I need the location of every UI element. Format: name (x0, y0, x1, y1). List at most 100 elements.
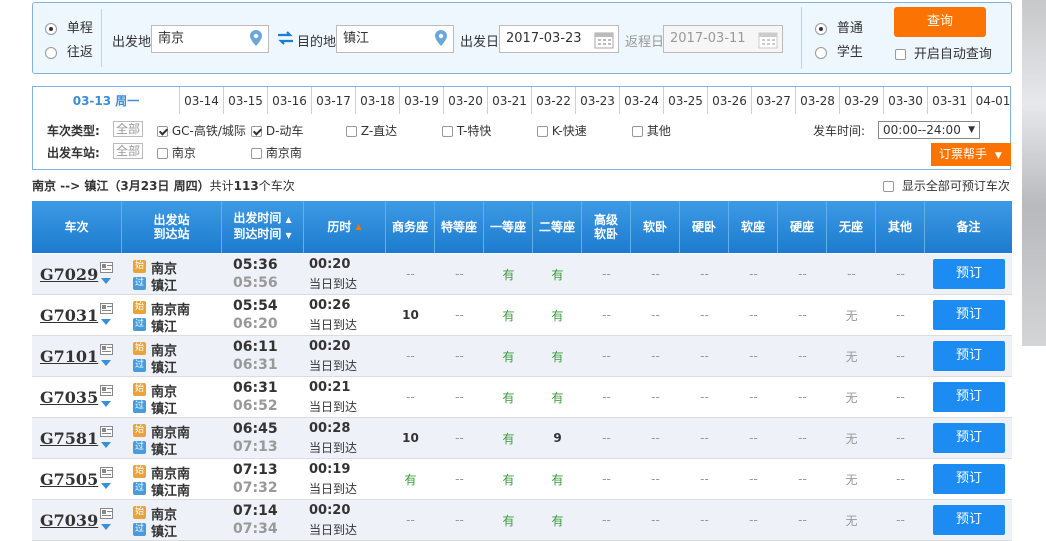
date-tab[interactable]: 03-20 (443, 87, 487, 115)
train-info-icon[interactable] (100, 508, 113, 519)
return-date-input[interactable]: 2017-03-11 (663, 25, 783, 53)
normal-radio[interactable] (815, 22, 827, 35)
oneway-radio[interactable] (45, 22, 57, 35)
ticket-type-student[interactable]: 学生 (815, 41, 863, 60)
date-tab[interactable]: 03-16 (267, 87, 311, 115)
show-all-bookable[interactable]: 显示全部可预订车次 (883, 177, 1010, 194)
col-first: 一等座 (484, 201, 533, 253)
book-button[interactable]: 预订 (933, 382, 1005, 412)
date-tab[interactable]: 03-26 (707, 87, 751, 115)
date-tab[interactable]: 03-28 (795, 87, 839, 115)
expand-arrow-icon[interactable] (101, 524, 111, 530)
train-info-icon[interactable] (100, 344, 113, 355)
trip-type-oneway[interactable]: 单程 (45, 17, 93, 36)
depart-date-value: 2017-03-23 (506, 31, 582, 46)
filter-z[interactable]: Z-直达 (346, 122, 397, 139)
col-hard-seat: 硬座 (778, 201, 827, 253)
other-checkbox[interactable] (632, 126, 643, 137)
train-number-link[interactable]: G7039 (40, 511, 98, 530)
filter-station-nanjing[interactable]: 南京 (157, 144, 196, 161)
train-info-icon[interactable] (100, 467, 113, 478)
train-number-link[interactable]: G7101 (40, 347, 98, 366)
query-button[interactable]: 查询 (894, 7, 986, 37)
date-tab[interactable]: 03-14 (179, 87, 223, 115)
calendar-icon[interactable] (758, 30, 778, 49)
roundtrip-radio[interactable] (45, 46, 57, 59)
filter-other[interactable]: 其他 (632, 122, 671, 139)
book-button[interactable]: 预订 (933, 341, 1005, 371)
filter-station-nanjingnan[interactable]: 南京南 (251, 144, 302, 161)
calendar-icon[interactable] (594, 30, 614, 49)
train-info-icon[interactable] (100, 303, 113, 314)
filter-k[interactable]: K-快速 (537, 122, 587, 139)
station-all-button[interactable]: 全部 (113, 143, 144, 159)
nanjing-checkbox[interactable] (157, 148, 168, 159)
student-radio[interactable] (815, 46, 827, 59)
date-tab[interactable]: 03-13 周一 (33, 87, 179, 115)
col-station: 出发站 到达站 (122, 201, 222, 253)
t-checkbox[interactable] (442, 126, 453, 137)
booking-helper-button[interactable]: 订票帮手 ▼ (931, 143, 1011, 166)
train-number-link[interactable]: G7031 (40, 306, 98, 325)
book-button[interactable]: 预订 (933, 464, 1005, 494)
swap-icon[interactable] (277, 31, 294, 45)
pass-badge-icon: 过 (133, 441, 146, 454)
k-checkbox[interactable] (537, 126, 548, 137)
train-info-icon[interactable] (100, 385, 113, 396)
date-tab[interactable]: 03-29 (839, 87, 883, 115)
date-tab[interactable]: 03-19 (399, 87, 443, 115)
filter-d[interactable]: D-动车 (251, 122, 303, 139)
date-tab[interactable]: 03-15 (223, 87, 267, 115)
date-tab[interactable]: 03-25 (663, 87, 707, 115)
expand-arrow-icon[interactable] (101, 360, 111, 366)
date-tab[interactable]: 03-31 (927, 87, 971, 115)
from-input[interactable]: 南京 (151, 25, 269, 53)
filter-t[interactable]: T-特快 (442, 122, 491, 139)
show-all-checkbox[interactable] (883, 181, 894, 192)
d-checkbox[interactable] (251, 126, 262, 137)
table-row: G7035 始南京过镇江 06:31 06:52 00:21 当日到达 -- -- 有有 -- --… (32, 377, 1012, 418)
date-tab[interactable]: 03-22 (531, 87, 575, 115)
date-tab[interactable]: 03-30 (883, 87, 927, 115)
book-button[interactable]: 预订 (933, 300, 1005, 330)
nanjing-label: 南京 (171, 146, 196, 160)
to-input[interactable]: 镇江 (336, 25, 454, 53)
book-button[interactable]: 预订 (933, 505, 1005, 535)
auto-query-checkbox[interactable] (895, 49, 906, 60)
nanjingnan-checkbox[interactable] (251, 148, 262, 159)
date-tab[interactable]: 03-24 (619, 87, 663, 115)
ticket-type-normal[interactable]: 普通 (815, 17, 863, 36)
depart-time-select[interactable]: 00:00--24:00 ▼ (878, 121, 980, 139)
filter-gc[interactable]: GC-高铁/城际 (157, 122, 246, 139)
date-tab[interactable]: 03-18 (355, 87, 399, 115)
col-duration[interactable]: 历时 ▲ (304, 201, 386, 253)
book-button[interactable]: 预订 (933, 423, 1005, 453)
seat-availability: -- (896, 308, 905, 322)
date-tab[interactable]: 03-21 (487, 87, 531, 115)
train-info-icon[interactable] (100, 426, 113, 437)
book-button[interactable]: 预订 (933, 259, 1005, 289)
depart-date-input[interactable]: 2017-03-23 (499, 25, 619, 53)
seat-availability: 有 (551, 390, 564, 405)
expand-arrow-icon[interactable] (101, 442, 111, 448)
expand-arrow-icon[interactable] (101, 319, 111, 325)
date-tab[interactable]: 04-01 (971, 87, 1014, 115)
date-tab[interactable]: 03-17 (311, 87, 355, 115)
train-number-link[interactable]: G7581 (40, 429, 98, 448)
z-checkbox[interactable] (346, 126, 357, 137)
gc-checkbox[interactable] (157, 126, 168, 137)
expand-arrow-icon[interactable] (101, 483, 111, 489)
date-tab[interactable]: 03-23 (575, 87, 619, 115)
train-info-icon[interactable] (100, 262, 113, 273)
expand-arrow-icon[interactable] (101, 401, 111, 407)
col-time[interactable]: 出发时间 ▲ 到达时间 ▼ (222, 201, 304, 253)
to-label: 目的地 (297, 35, 337, 50)
train-number-link[interactable]: G7505 (40, 470, 98, 489)
trip-type-roundtrip[interactable]: 往返 (45, 41, 93, 60)
expand-arrow-icon[interactable] (101, 278, 111, 284)
train-number-link[interactable]: G7029 (40, 265, 98, 284)
train-type-all-button[interactable]: 全部 (113, 121, 144, 137)
train-number-link[interactable]: G7035 (40, 388, 98, 407)
auto-query[interactable]: 开启自动查询 (895, 43, 992, 62)
date-tab[interactable]: 03-27 (751, 87, 795, 115)
